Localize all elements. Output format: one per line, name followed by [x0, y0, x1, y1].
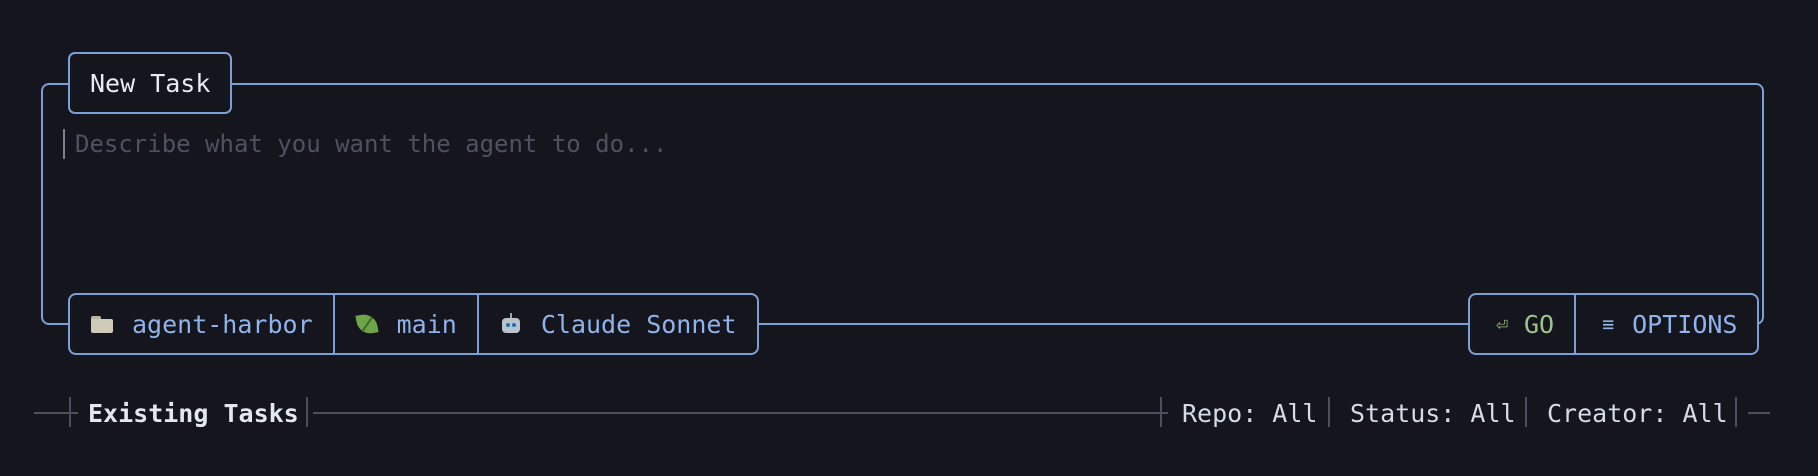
- repo-filter-label: Repo: All: [1182, 398, 1318, 428]
- model-selector[interactable]: Claude Sonnet: [476, 295, 757, 353]
- model-selector-label: Claude Sonnet: [540, 309, 737, 339]
- branch-selector[interactable]: main: [332, 295, 477, 353]
- divider: [1735, 397, 1737, 427]
- task-actions: ⏎ GO ≡ OPTIONS: [1468, 293, 1760, 355]
- text-cursor: [63, 129, 65, 159]
- task-context-selectors: agent-harbor main Claude Sonnet: [68, 293, 759, 355]
- divider: [1525, 397, 1527, 427]
- task-description-placeholder: Describe what you want the agent to do..…: [75, 130, 668, 158]
- new-task-panel: [41, 83, 1764, 325]
- menu-icon: ≡: [1602, 312, 1615, 336]
- go-button[interactable]: ⏎ GO: [1470, 295, 1574, 353]
- status-filter-label: Status: All: [1350, 398, 1516, 428]
- robot-icon: [499, 311, 523, 337]
- status-filter[interactable]: Status: All: [1336, 395, 1536, 431]
- repo-filter[interactable]: Repo: All: [1168, 395, 1338, 431]
- divider: [306, 397, 308, 427]
- repo-selector[interactable]: agent-harbor: [70, 295, 333, 353]
- options-button[interactable]: ≡ OPTIONS: [1574, 295, 1757, 353]
- go-button-label: GO: [1524, 309, 1555, 339]
- branch-selector-label: main: [396, 309, 457, 339]
- options-button-label: OPTIONS: [1632, 309, 1738, 339]
- folder-icon: [90, 311, 114, 337]
- existing-tasks-title: Existing Tasks: [78, 395, 313, 431]
- repo-selector-label: agent-harbor: [132, 309, 313, 339]
- leaf-icon: [355, 311, 379, 337]
- creator-filter[interactable]: Creator: All: [1533, 395, 1748, 431]
- divider: [69, 397, 71, 427]
- creator-filter-label: Creator: All: [1547, 398, 1728, 428]
- return-icon: ⏎: [1495, 312, 1509, 336]
- new-task-title: New Task: [68, 52, 233, 114]
- new-task-title-text: New Task: [90, 68, 211, 98]
- divider: [1160, 397, 1162, 427]
- divider: [1328, 397, 1330, 427]
- existing-tasks-bar: Existing Tasks Repo: All Status: All Cre…: [34, 395, 1770, 431]
- task-description-input[interactable]: Describe what you want the agent to do..…: [61, 124, 1741, 164]
- existing-tasks-title-text: Existing Tasks: [88, 398, 299, 428]
